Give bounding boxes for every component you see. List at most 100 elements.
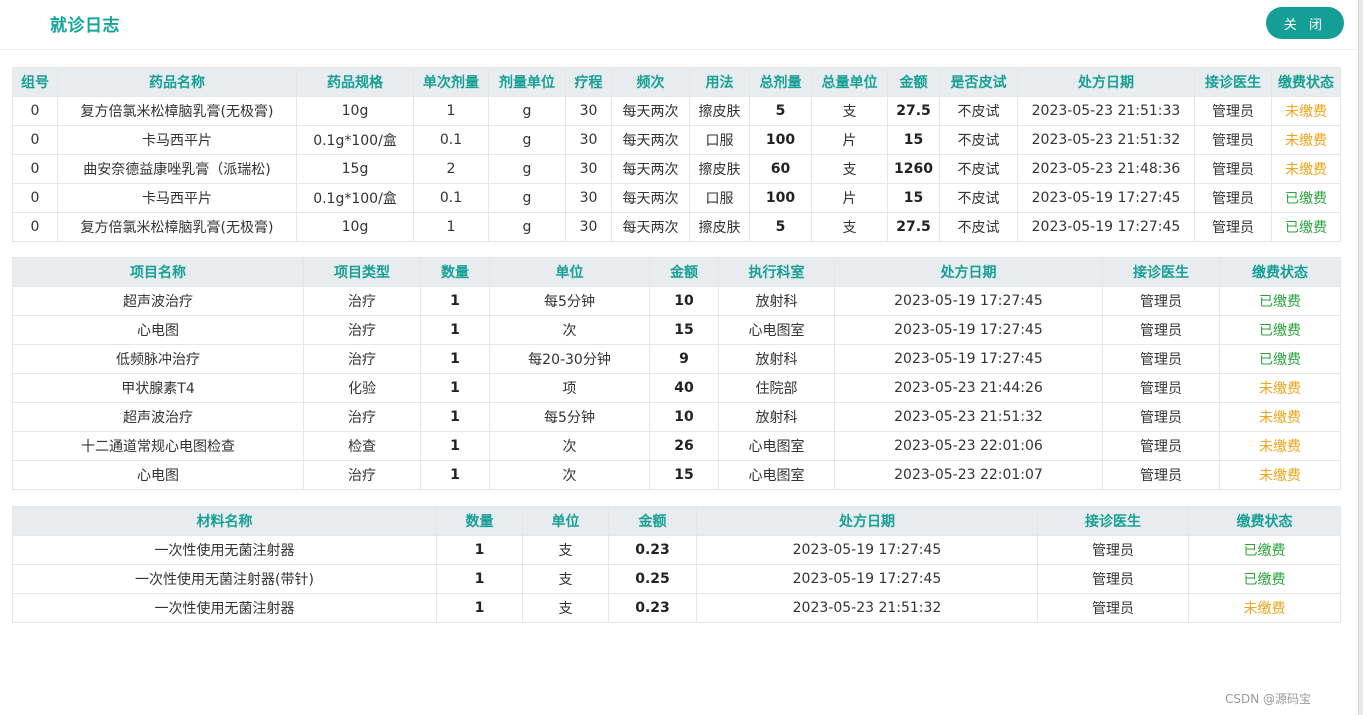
table-cell: 卡马西平片 xyxy=(57,183,297,213)
table-cell: 15 xyxy=(887,125,940,155)
table-cell: 治疗 xyxy=(303,315,421,345)
column-header: 单位 xyxy=(522,506,609,536)
table-cell: 检查 xyxy=(303,431,421,461)
table-cell: 片 xyxy=(811,125,888,155)
close-button[interactable]: 关 闭 xyxy=(1266,7,1344,39)
column-header: 数量 xyxy=(436,506,523,536)
table-cell: 每天两次 xyxy=(611,154,690,184)
table-cell: 支 xyxy=(811,212,888,242)
table-cell: 一次性使用无菌注射器 xyxy=(12,593,437,623)
payment-status: 已缴费 xyxy=(1219,286,1341,316)
payment-status: 已缴费 xyxy=(1219,344,1341,374)
table-cell: 0 xyxy=(12,183,58,213)
table-cell: 不皮试 xyxy=(939,183,1018,213)
column-header: 接诊医生 xyxy=(1037,506,1189,536)
table-row[interactable]: 心电图 治疗 1 次 15 心电图室 2023-05-23 22:01:07 管理员 未缴费 xyxy=(12,460,1341,490)
table-cell: 超声波治疗 xyxy=(12,286,304,316)
payment-status: 未缴费 xyxy=(1219,373,1341,403)
table-cell: 15g xyxy=(296,154,414,184)
table-cell: 2023-05-19 17:27:45 xyxy=(696,535,1038,565)
table-row[interactable]: 0 复方倍氯米松樟脑乳膏(无极膏) 10g 1 g 30 每天两次 擦皮肤 5 支 27.5 不皮试 2… xyxy=(12,212,1341,242)
column-header: 接诊医生 xyxy=(1194,67,1272,97)
column-header: 处方日期 xyxy=(696,506,1038,536)
table-cell: 0.1g*100/盒 xyxy=(296,125,414,155)
column-header: 执行科室 xyxy=(718,257,835,287)
table-row[interactable]: 0 卡马西平片 0.1g*100/盒 0.1 g 30 每天两次 口服 100 片 15 不皮试 202… xyxy=(12,183,1341,213)
column-header: 接诊医生 xyxy=(1102,257,1220,287)
table-row[interactable]: 超声波治疗 治疗 1 每5分钟 10 放射科 2023-05-19 17:27:45 管理员已… xyxy=(12,286,1341,316)
table-cell: 每天两次 xyxy=(611,96,690,126)
table-cell: 次 xyxy=(489,431,650,461)
table-cell: 复方倍氯米松樟脑乳膏(无极膏) xyxy=(57,96,297,126)
table-cell: 2023-05-23 22:01:07 xyxy=(834,460,1103,490)
payment-status: 已缴费 xyxy=(1219,315,1341,345)
table-cell: 30 xyxy=(565,183,612,213)
table-cell: 甲状腺素T4 xyxy=(12,373,304,403)
table-row[interactable]: 一次性使用无菌注射器 1 支 0.23 2023-05-19 17:27:45 管理员 已缴… xyxy=(12,535,1341,565)
table-cell: 擦皮肤 xyxy=(689,212,750,242)
table-row[interactable]: 低频脉冲治疗 治疗 1 每20-30分钟 9 放射科 2023-05-19 17:27:45… xyxy=(12,344,1341,374)
table-cell: 项 xyxy=(489,373,650,403)
table-row[interactable]: 0 复方倍氯米松樟脑乳膏(无极膏) 10g 1 g 30 每天两次 擦皮肤 5 支 27.5 不皮试 2… xyxy=(12,96,1341,126)
table-cell: 心电图 xyxy=(12,460,304,490)
table-cell: 27.5 xyxy=(887,96,940,126)
table-cell: 管理员 xyxy=(1037,593,1189,623)
column-header: 处方日期 xyxy=(1017,67,1195,97)
table-cell: 放射科 xyxy=(718,344,835,374)
column-header: 疗程 xyxy=(565,67,612,97)
table-cell: g xyxy=(488,96,566,126)
table-cell: 5 xyxy=(749,96,812,126)
page-title: 就诊日志 xyxy=(50,16,120,36)
table-row[interactable]: 十二通道常规心电图检查 检查 1 次 26 心电图室 2023-05-23 22:01:06… xyxy=(12,431,1341,461)
table-cell: 2023-05-23 21:51:32 xyxy=(1017,125,1195,155)
table-cell: 管理员 xyxy=(1102,460,1220,490)
table-cell: 2023-05-23 21:51:32 xyxy=(834,402,1103,432)
table-cell: 复方倍氯米松樟脑乳膏(无极膏) xyxy=(57,212,297,242)
table-cell: 27.5 xyxy=(887,212,940,242)
payment-status: 未缴费 xyxy=(1271,154,1341,184)
payment-status: 已缴费 xyxy=(1188,535,1341,565)
table-cell: 30 xyxy=(565,96,612,126)
table-cell: 管理员 xyxy=(1194,212,1272,242)
table-cell: 住院部 xyxy=(718,373,835,403)
scrollbar-track[interactable] xyxy=(1358,0,1363,715)
table-row[interactable]: 0 曲安奈德益康唑乳膏（派瑞松) 15g 2 g 30 每天两次 擦皮肤 60 支 1260 不皮试 2… xyxy=(12,154,1341,184)
column-header: 药品规格 xyxy=(296,67,414,97)
material-table: 材料名称 数量 单位 金额 处方日期 接诊医生 缴费状态 一次性使用无菌注射器 1 支 0.23 2… xyxy=(12,506,1341,623)
payment-status: 未缴费 xyxy=(1271,96,1341,126)
item-table: 项目名称 项目类型 数量 单位 金额 执行科室 处方日期 接诊医生 缴费状态 超声波治疗 治疗 1 每… xyxy=(12,257,1341,490)
table-row[interactable]: 甲状腺素T4 化验 1 项 40 住院部 2023-05-23 21:44:26 管理员 未缴费 xyxy=(12,373,1341,403)
table-cell: 一次性使用无菌注射器(带针) xyxy=(12,564,437,594)
table-cell: 管理员 xyxy=(1102,373,1220,403)
table-cell: 心电图 xyxy=(12,315,304,345)
table-cell: 2023-05-19 17:27:45 xyxy=(834,315,1103,345)
table-cell: 不皮试 xyxy=(939,212,1018,242)
table-cell: 1 xyxy=(420,344,490,374)
table-row[interactable]: 0 卡马西平片 0.1g*100/盒 0.1 g 30 每天两次 口服 100 片 15 不皮试 202… xyxy=(12,125,1341,155)
table-cell: 管理员 xyxy=(1102,315,1220,345)
table-cell: 管理员 xyxy=(1102,344,1220,374)
table-header-row: 项目名称 项目类型 数量 单位 金额 执行科室 处方日期 接诊医生 缴费状态 xyxy=(12,257,1341,287)
table-cell: 40 xyxy=(649,373,719,403)
table-row[interactable]: 心电图 治疗 1 次 15 心电图室 2023-05-19 17:27:45 管理员 已缴费 xyxy=(12,315,1341,345)
table-cell: 10 xyxy=(649,402,719,432)
column-header: 总剂量 xyxy=(749,67,812,97)
table-cell: 支 xyxy=(522,564,609,594)
table-row[interactable]: 一次性使用无菌注射器(带针) 1 支 0.25 2023-05-19 17:27:45 管… xyxy=(12,564,1341,594)
payment-status: 已缴费 xyxy=(1271,183,1341,213)
table-cell: g xyxy=(488,212,566,242)
table-cell: 片 xyxy=(811,183,888,213)
table-cell: 0 xyxy=(12,125,58,155)
table-cell: 0 xyxy=(12,154,58,184)
table-cell: 管理员 xyxy=(1194,183,1272,213)
table-cell: 管理员 xyxy=(1102,431,1220,461)
column-header: 处方日期 xyxy=(834,257,1103,287)
dialog-header: 就诊日志 关 闭 xyxy=(0,0,1357,50)
table-cell: 9 xyxy=(649,344,719,374)
table-row[interactable]: 超声波治疗 治疗 1 每5分钟 10 放射科 2023-05-23 21:51:32 管理员未… xyxy=(12,402,1341,432)
table-row[interactable]: 一次性使用无菌注射器 1 支 0.23 2023-05-23 21:51:32 管理员 未缴… xyxy=(12,593,1341,623)
table-cell: 0 xyxy=(12,96,58,126)
table-cell: 支 xyxy=(522,535,609,565)
table-cell: 放射科 xyxy=(718,286,835,316)
table-cell: 每天两次 xyxy=(611,212,690,242)
